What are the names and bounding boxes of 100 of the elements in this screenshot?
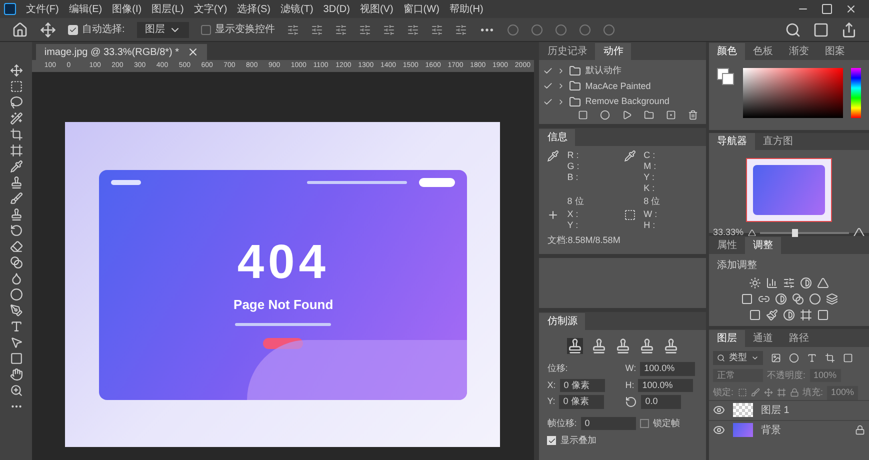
tool-icon[interactable]: [10, 128, 23, 141]
adjustment-icon[interactable]: [740, 293, 752, 305]
action-control-icon[interactable]: [688, 110, 698, 120]
filter-icon[interactable]: [807, 352, 817, 363]
adjustment-icon[interactable]: [749, 309, 761, 321]
adjustment-icon[interactable]: [783, 277, 795, 289]
show-overlay-checkbox[interactable]: 显示叠加: [539, 430, 706, 448]
menu-item[interactable]: 3D(D): [323, 2, 350, 16]
show-transform-checkbox[interactable]: 显示变换控件: [200, 22, 275, 37]
panel-tab[interactable]: 直方图: [755, 133, 801, 150]
close-icon[interactable]: [845, 3, 857, 15]
menu-item[interactable]: 窗口(W): [403, 2, 440, 16]
clone-source-icon[interactable]: [638, 338, 655, 354]
y-field[interactable]: 0 像素: [559, 395, 604, 408]
checkmark-icon[interactable]: [543, 81, 554, 92]
adjustment-icon[interactable]: [749, 277, 761, 289]
tool-icon[interactable]: [10, 240, 23, 253]
home-icon[interactable]: [12, 22, 28, 38]
lock-option-icon[interactable]: [776, 388, 786, 398]
angle-field[interactable]: 0.0: [641, 395, 682, 408]
tool-icon[interactable]: [10, 112, 23, 125]
tool-icon[interactable]: [10, 208, 23, 221]
panel-tab[interactable]: 渐变: [781, 43, 817, 60]
adjustment-icon[interactable]: [774, 293, 786, 305]
adjustment-icon[interactable]: [766, 277, 778, 289]
x-field[interactable]: 0 像素: [560, 378, 605, 392]
filter-icon[interactable]: [789, 352, 799, 363]
tool-icon[interactable]: [10, 160, 23, 173]
eye-icon[interactable]: [713, 404, 725, 416]
tool-icon[interactable]: [10, 304, 23, 317]
adjustment-icon[interactable]: [800, 309, 812, 321]
action-control-icon[interactable]: [600, 110, 610, 120]
color-field[interactable]: [743, 68, 843, 118]
tool-icon[interactable]: [10, 336, 23, 349]
zoom-slider-thumb[interactable]: [792, 228, 798, 237]
tool-icon[interactable]: [10, 352, 23, 365]
move-tool-icon[interactable]: [40, 22, 56, 38]
auto-select-checkbox[interactable]: 自动选择:: [68, 22, 125, 37]
action-control-icon[interactable]: [666, 110, 676, 120]
target-dropdown[interactable]: 图层: [136, 22, 189, 38]
menu-item[interactable]: 图像(I): [112, 2, 142, 16]
menu-item[interactable]: 文字(Y): [194, 2, 228, 16]
workspace-icon[interactable]: [813, 22, 829, 38]
adjustment-icon[interactable]: [758, 293, 770, 305]
tool-icon[interactable]: [10, 272, 23, 285]
adjustment-icon[interactable]: [800, 277, 812, 289]
tool-icon[interactable]: [10, 96, 23, 109]
menu-item[interactable]: 帮助(H): [449, 2, 484, 16]
zoom-out-icon[interactable]: [748, 228, 756, 237]
adjustment-icon[interactable]: [783, 309, 795, 321]
clone-source-icon[interactable]: [662, 338, 679, 354]
action-row[interactable]: MacAce Painted: [543, 80, 702, 93]
clone-source-icon[interactable]: [566, 338, 583, 354]
tool-icon[interactable]: [10, 64, 23, 77]
panel-tab[interactable]: 图层: [709, 330, 745, 347]
lock-option-icon[interactable]: [750, 388, 760, 398]
close-icon[interactable]: [187, 46, 200, 58]
lock-option-icon[interactable]: [738, 388, 747, 398]
panel-tab[interactable]: 颜色: [709, 43, 745, 60]
share-icon[interactable]: [841, 22, 857, 38]
menu-item[interactable]: 选择(S): [237, 2, 270, 16]
lock-option-icon[interactable]: [764, 388, 773, 398]
panel-tab[interactable]: 信息: [539, 129, 576, 146]
width-field[interactable]: 100.0%: [640, 362, 696, 376]
maximize-icon[interactable]: [821, 3, 833, 15]
panel-tab[interactable]: 色板: [745, 43, 781, 60]
panel-tab[interactable]: 导航器: [709, 133, 755, 150]
lock-frame-checkbox[interactable]: 锁定帧: [640, 416, 680, 430]
height-field[interactable]: 100.0%: [638, 378, 694, 392]
panel-tab[interactable]: 通道: [745, 330, 781, 347]
panel-tab[interactable]: 路径: [781, 330, 817, 347]
document-tab[interactable]: image.jpg @ 33.3%(RGB/8*) *: [36, 44, 208, 60]
filter-icon[interactable]: [825, 352, 835, 363]
tool-icon[interactable]: [10, 224, 23, 237]
layer-filter-dropdown[interactable]: 类型: [713, 351, 763, 364]
adjustment-icon[interactable]: [766, 309, 778, 321]
adjustment-icon[interactable]: [826, 293, 838, 305]
tool-icon[interactable]: [10, 176, 23, 189]
action-control-icon[interactable]: [578, 110, 588, 120]
tool-icon[interactable]: [10, 192, 23, 205]
search-icon[interactable]: [785, 22, 801, 38]
adjustment-icon[interactable]: [817, 309, 829, 321]
tool-icon[interactable]: [10, 320, 23, 333]
menu-item[interactable]: 编辑(E): [68, 2, 102, 16]
action-row[interactable]: 默认动作: [543, 64, 702, 78]
eye-icon[interactable]: [713, 424, 725, 436]
panel-tab[interactable]: 仿制源: [539, 313, 586, 330]
tool-icon[interactable]: [10, 80, 23, 93]
lock-option-icon[interactable]: [790, 388, 799, 398]
panel-tab[interactable]: 历史记录: [539, 43, 596, 60]
panel-tab[interactable]: 图案: [817, 43, 853, 60]
panel-tab[interactable]: 属性: [709, 237, 745, 254]
tool-icon[interactable]: [10, 368, 23, 381]
menu-item[interactable]: 滤镜(T): [280, 2, 314, 16]
panel-tab[interactable]: 动作: [595, 43, 632, 60]
tool-icon[interactable]: [10, 288, 23, 301]
panel-tab[interactable]: 调整: [745, 237, 781, 254]
hue-slider[interactable]: [851, 68, 861, 118]
adjustment-icon[interactable]: [808, 293, 820, 305]
clone-source-icon[interactable]: [590, 338, 607, 354]
